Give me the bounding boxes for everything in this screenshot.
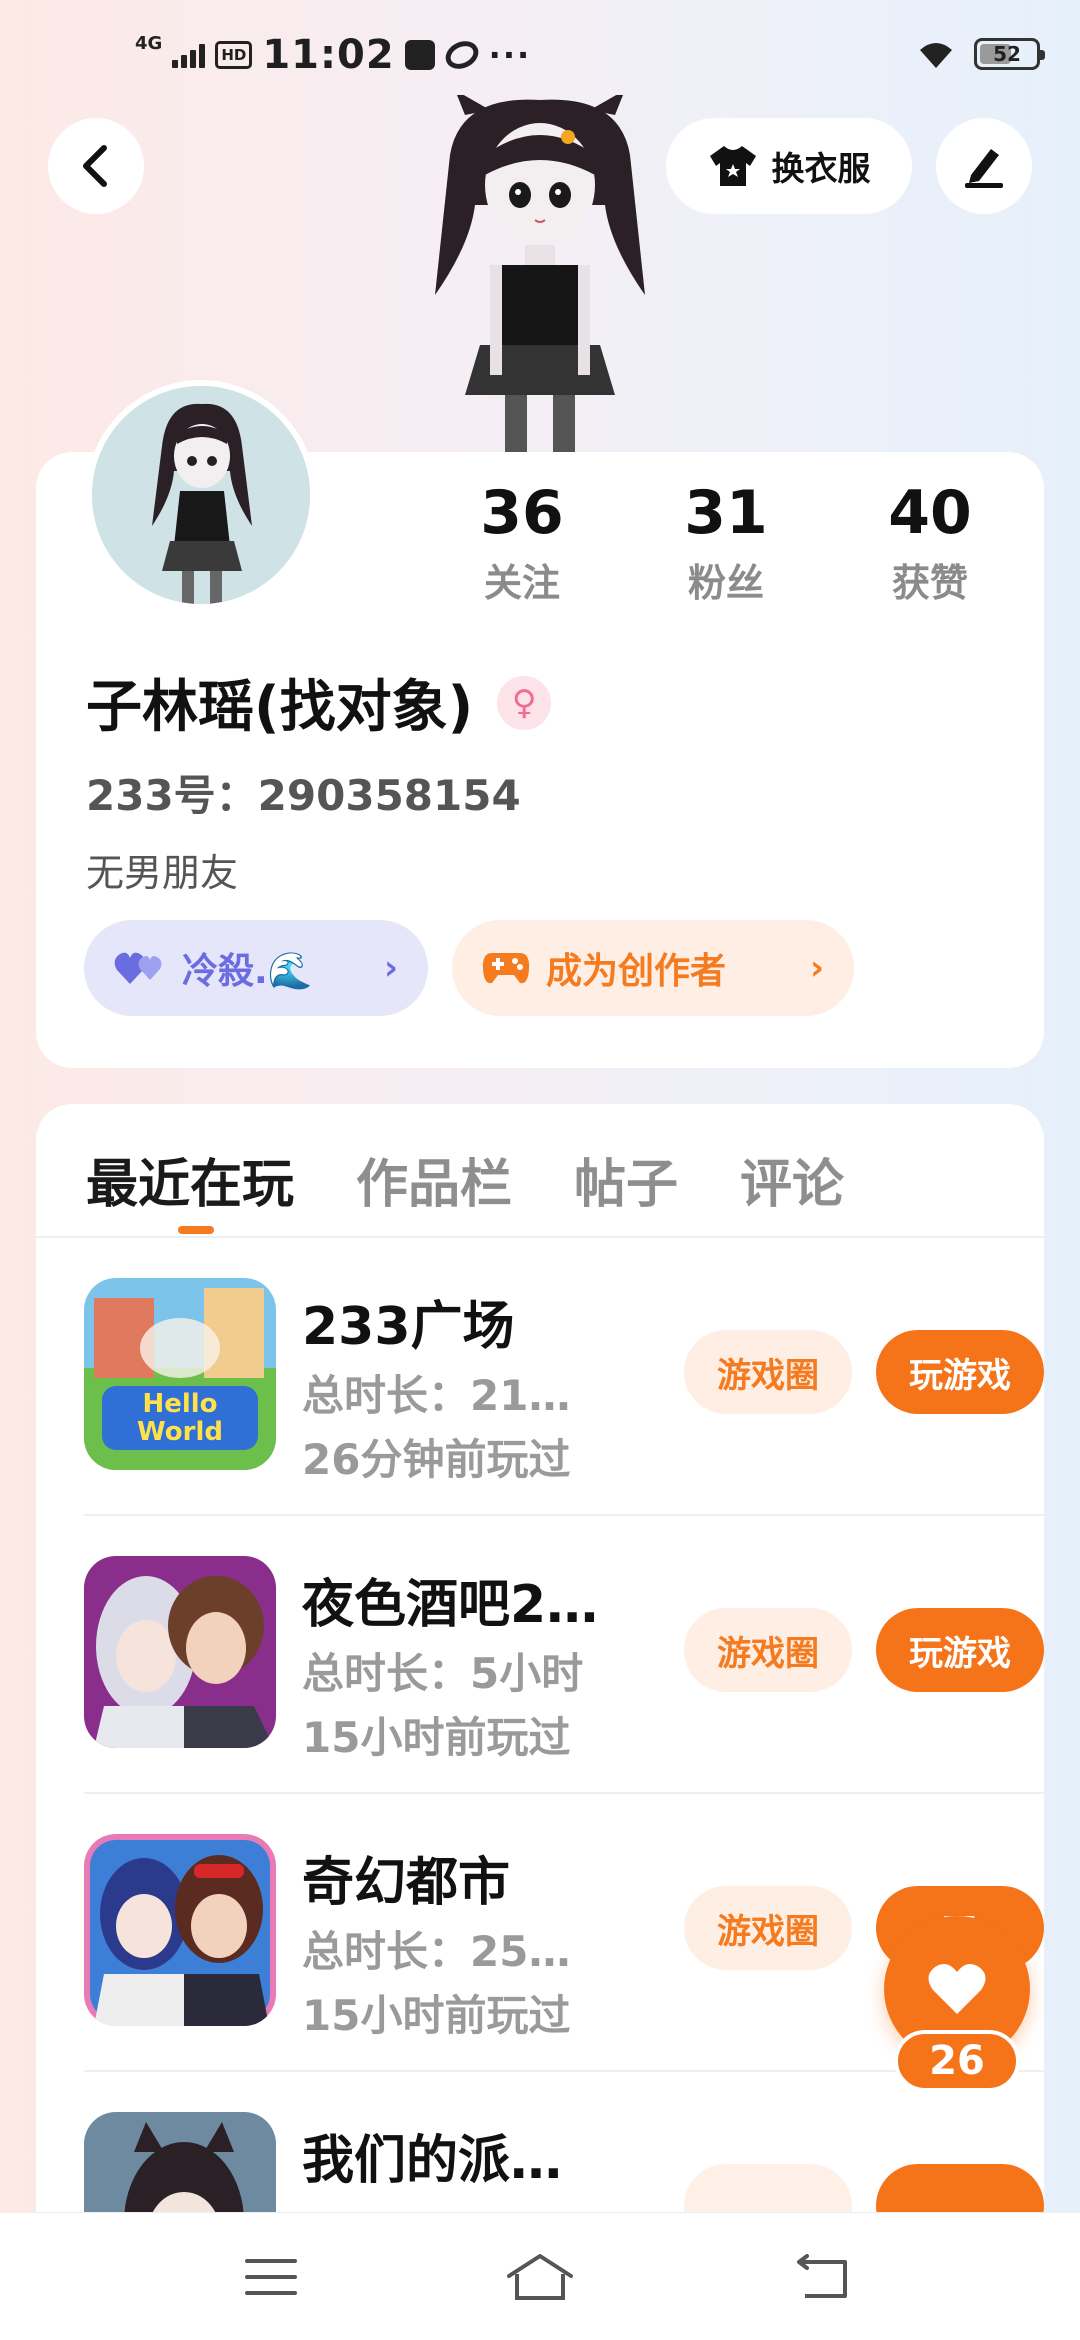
- list-item[interactable]: Hello World 233广场 总时长：21… 26分钟前玩过 游戏圈 玩游…: [84, 1238, 1044, 1516]
- chevron-right-icon: ›: [809, 948, 824, 988]
- svg-text:World: World: [137, 1417, 223, 1447]
- female-icon: ♀: [497, 675, 552, 730]
- game-thumbnail[interactable]: [84, 1834, 276, 2026]
- tshirt-icon: [709, 146, 756, 186]
- play-game-button[interactable]: 玩游戏: [876, 1330, 1044, 1414]
- bio: 无男朋友: [86, 851, 239, 895]
- user-id[interactable]: 233号：290358154: [86, 762, 521, 823]
- menu-button[interactable]: [236, 2247, 306, 2307]
- play-duration: 总时长：21…: [302, 1371, 571, 1420]
- tab-comments[interactable]: 评论: [740, 1142, 844, 1217]
- edit-profile-button[interactable]: [936, 118, 1032, 214]
- last-played: 15小时前玩过: [302, 1991, 571, 2040]
- network-type: 4G: [135, 32, 163, 54]
- hd-badge: HD: [215, 41, 253, 69]
- game-circle-button[interactable]: 游戏圈: [684, 1886, 852, 1970]
- wifi-icon: [920, 43, 952, 68]
- list-item[interactable]: 夜色酒吧2… 总时长：5小时 15小时前玩过 游戏圈 玩游戏: [84, 1516, 1044, 1794]
- game-circle-button[interactable]: 游戏圈: [684, 1608, 852, 1692]
- last-played: 15小时前玩过: [302, 1713, 571, 1762]
- change-outfit-button[interactable]: 换衣服: [666, 118, 912, 214]
- tab-posts[interactable]: 帖子: [574, 1142, 678, 1217]
- avatar-image: [92, 386, 310, 604]
- double-heart-icon: [114, 952, 162, 984]
- friend-name: 冷殺.🌊: [182, 951, 313, 992]
- tab-indicator: [178, 1226, 214, 1234]
- play-duration: 总时长：5小时: [302, 1649, 584, 1698]
- game-name: 我们的派…: [302, 2131, 563, 2191]
- stat-following[interactable]: 36 关注: [432, 478, 612, 607]
- stat-label: 获赞: [891, 561, 968, 605]
- return-icon: [797, 2254, 847, 2298]
- become-creator-button[interactable]: 成为创作者 ›: [452, 920, 854, 1016]
- stat-number: 36: [480, 478, 564, 548]
- game-name: 奇幻都市: [302, 1853, 511, 1913]
- play-duration: 总时长：25…: [302, 1927, 571, 1976]
- avatar[interactable]: [86, 380, 316, 610]
- pen-icon: [965, 149, 1003, 188]
- back-arrow-icon: [83, 145, 107, 187]
- game-name: 夜色酒吧2…: [302, 1575, 599, 1635]
- stat-number: 40: [888, 478, 972, 548]
- stat-likes[interactable]: 40 获赞: [840, 478, 1020, 607]
- system-navigation-bar: [0, 2212, 1080, 2340]
- status-time: 11:02: [262, 32, 395, 78]
- profile-tabs: 最近在玩 作品栏 帖子 评论: [86, 1142, 844, 1217]
- app-notification-icon: [440, 36, 483, 74]
- stat-number: 31: [684, 478, 768, 548]
- battery-level: 52: [993, 42, 1021, 66]
- game-thumbnail[interactable]: [84, 1556, 276, 1748]
- battery-icon: 52: [974, 38, 1045, 70]
- svg-text:Hello: Hello: [142, 1389, 217, 1419]
- return-button[interactable]: [788, 2247, 858, 2307]
- like-count: 26: [894, 2030, 1020, 2092]
- back-button[interactable]: [48, 118, 144, 214]
- tab-works[interactable]: 作品栏: [356, 1142, 512, 1217]
- chevron-right-icon: ›: [383, 948, 398, 988]
- signal-icon: [172, 42, 206, 68]
- notification-icon: [404, 40, 435, 70]
- username-row: 子林瑶(找对象) ♀: [86, 662, 552, 743]
- play-game-button[interactable]: 玩游戏: [876, 1608, 1044, 1692]
- tab-recently-played[interactable]: 最近在玩: [86, 1142, 294, 1217]
- stat-label: 粉丝: [687, 561, 764, 605]
- home-button[interactable]: [505, 2247, 575, 2307]
- heart-icon: [928, 1963, 986, 2014]
- game-circle-button[interactable]: 游戏圈: [684, 1330, 852, 1414]
- recent-games-card: 最近在玩 作品栏 帖子 评论 Hello World 233广场 总时长：21……: [36, 1104, 1044, 2340]
- gamepad-icon: [482, 953, 530, 984]
- menu-icon: [245, 2259, 297, 2295]
- last-played: 26分钟前玩过: [302, 1435, 571, 1484]
- stat-label: 关注: [483, 561, 560, 605]
- game-name: 233广场: [302, 1297, 515, 1357]
- more-notifications-icon: ···: [488, 36, 532, 74]
- friend-link-button[interactable]: 冷殺.🌊 ›: [84, 920, 428, 1016]
- avatar-3d-figure[interactable]: [410, 95, 670, 455]
- change-outfit-label: 换衣服: [771, 149, 871, 188]
- username: 子林瑶(找对象): [86, 675, 474, 740]
- game-thumbnail[interactable]: Hello World: [84, 1278, 276, 1470]
- home-icon: [507, 2254, 573, 2300]
- become-creator-label: 成为创作者: [546, 951, 727, 992]
- stat-followers[interactable]: 31 粉丝: [636, 478, 816, 607]
